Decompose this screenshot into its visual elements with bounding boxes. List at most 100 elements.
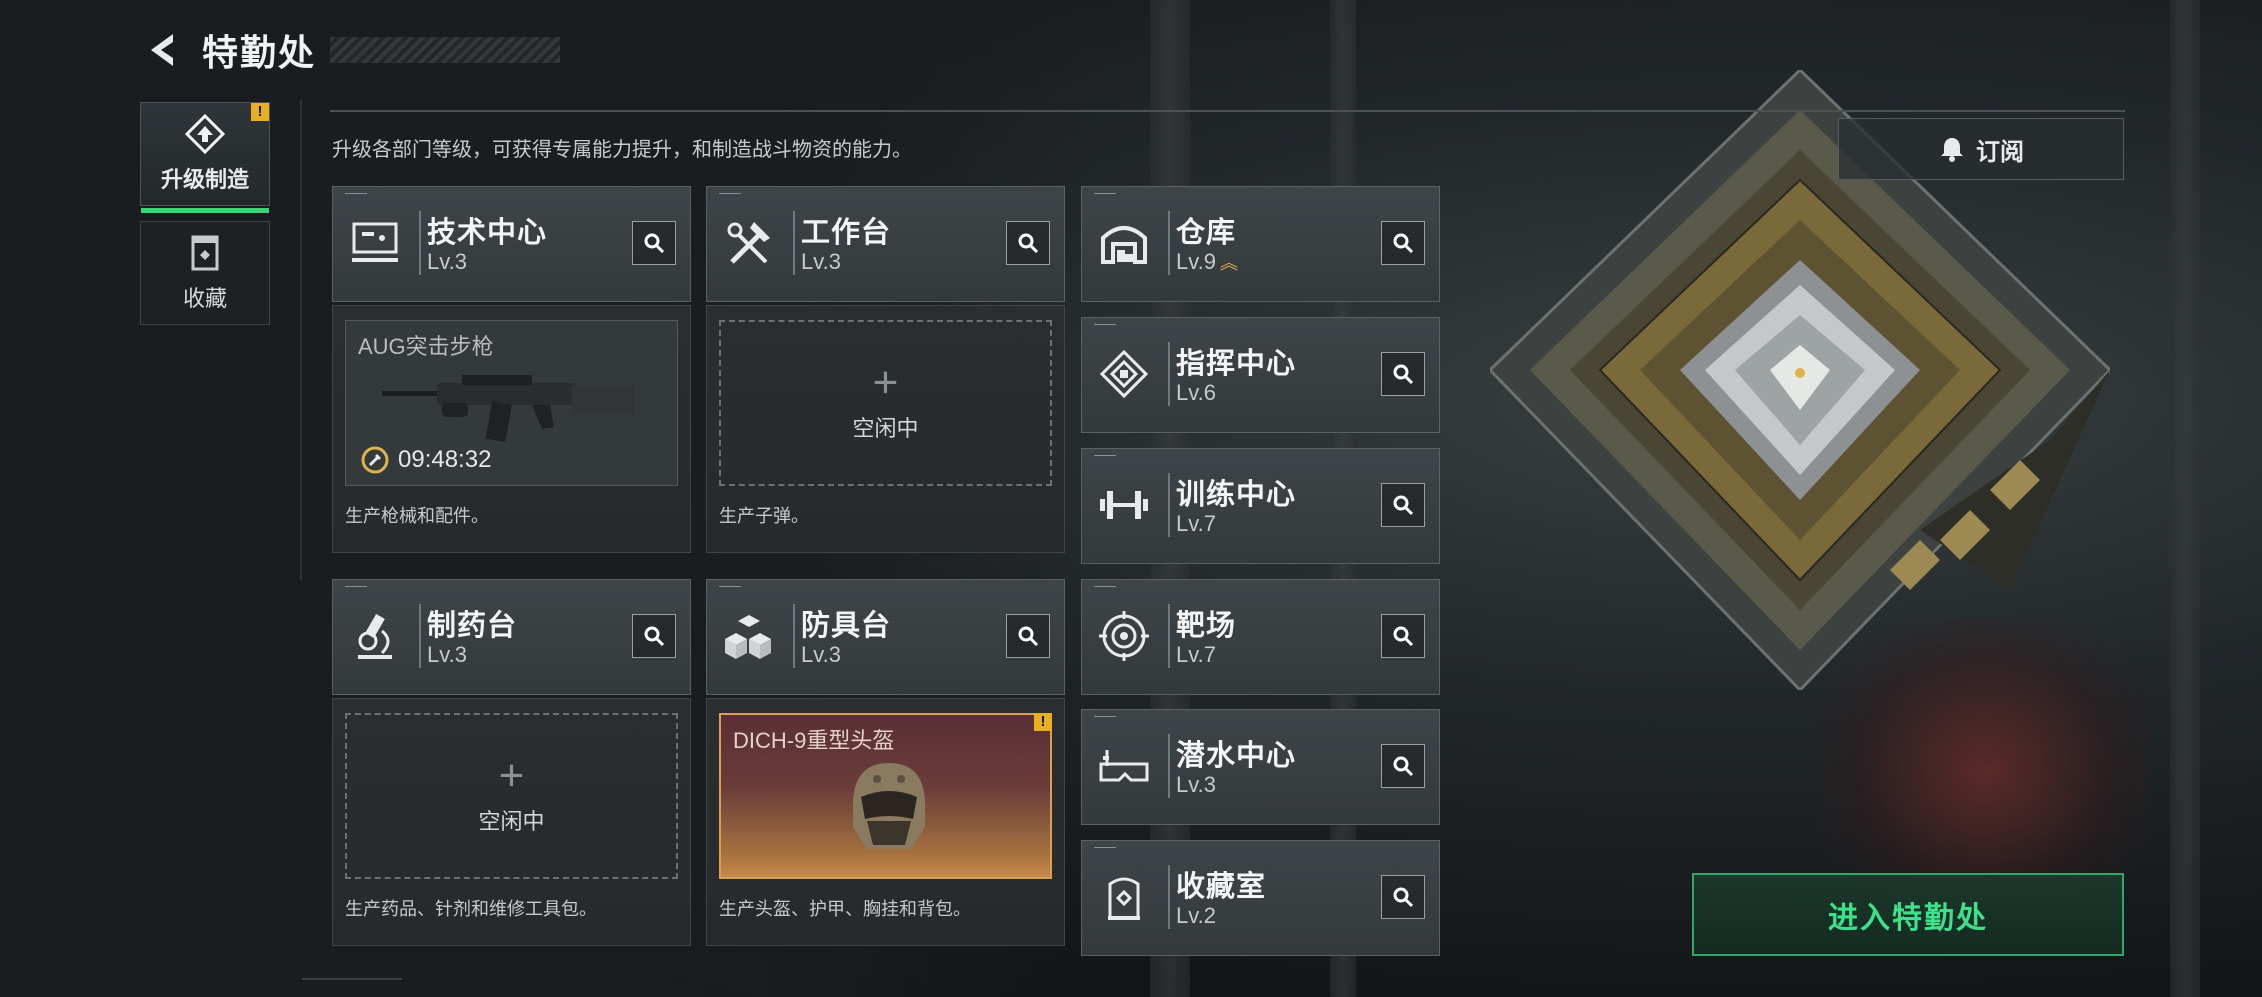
facility-card-diving-center[interactable]: 潜水中心 Lv.3 (1081, 709, 1440, 825)
search-icon[interactable] (1381, 614, 1425, 658)
card-separator (1168, 604, 1170, 668)
display-case-icon (1092, 865, 1156, 929)
card-decoration (719, 586, 741, 591)
helmet-image (853, 763, 925, 849)
page-title: 特勤处 (202, 32, 317, 73)
search-icon[interactable] (1381, 221, 1425, 265)
card-separator (1168, 211, 1170, 275)
facility-level: Lv.7 (1176, 642, 1216, 667)
facility-card-training-center[interactable]: 训练中心 Lv.7 (1081, 448, 1440, 564)
card-decoration (1094, 324, 1116, 329)
enter-special-ops-button[interactable]: 进入特勤处 (1692, 873, 2124, 956)
upgrade-icon (184, 114, 226, 154)
card-separator (793, 211, 795, 275)
facility-card-shooting-range[interactable]: 靶场 Lv.7 (1081, 579, 1440, 695)
production-description: 生产子弹。 (719, 506, 809, 526)
card-decoration (1094, 847, 1116, 852)
microscope-icon (343, 604, 407, 668)
facility-level-row: Lv.9 ︽ (1176, 249, 1238, 275)
facility-level: Lv.3 (1176, 772, 1216, 797)
facility-name: 制药台 (427, 610, 518, 642)
production-slot[interactable]: ! DICH-9重型头盔 (719, 713, 1052, 879)
production-panel-pharmacy: + 空闲中 生产药品、针剂和维修工具包。 (332, 698, 691, 946)
facility-card-command-center[interactable]: 指挥中心 Lv.6 (1081, 317, 1440, 433)
search-icon[interactable] (632, 614, 676, 658)
computer-icon (343, 211, 407, 275)
facility-level: Lv.3 (427, 642, 467, 667)
card-separator (1168, 734, 1170, 798)
plus-icon: + (498, 751, 525, 800)
search-icon[interactable] (1381, 352, 1425, 396)
facility-level: Lv.3 (427, 249, 467, 274)
facility-level: Lv.6 (1176, 380, 1216, 405)
tools-icon (717, 211, 781, 275)
dumbbell-icon (1092, 473, 1156, 537)
warning-badge: ! (1034, 713, 1052, 731)
warning-badge: ! (251, 103, 269, 121)
card-decoration (719, 193, 741, 198)
active-indicator (141, 208, 269, 213)
facility-level: Lv.3 (801, 249, 841, 274)
production-description: 生产枪械和配件。 (345, 506, 489, 526)
search-icon[interactable] (1381, 875, 1425, 919)
background-pillar (2170, 0, 2200, 997)
facility-card-warehouse[interactable]: 仓库 Lv.9 ︽ (1081, 186, 1440, 302)
tab-label: 收藏 (182, 286, 227, 311)
production-timer: 09:48:32 (360, 445, 491, 475)
production-slot-empty[interactable]: + 空闲中 (345, 713, 678, 879)
search-icon[interactable] (632, 221, 676, 265)
armor-blocks-icon (717, 604, 781, 668)
card-decoration (1094, 193, 1116, 198)
production-description: 生产头盔、护甲、胸挂和背包。 (719, 899, 971, 919)
command-icon (1092, 342, 1156, 406)
subscribe-button[interactable]: 订阅 (1838, 118, 2124, 180)
card-separator (1168, 342, 1170, 406)
facility-name: 训练中心 (1176, 479, 1297, 511)
item-name: AUG突击步枪 (358, 334, 494, 359)
rifle-image (382, 375, 634, 443)
card-decoration (345, 586, 367, 591)
production-description: 生产药品、针剂和维修工具包。 (345, 899, 597, 919)
search-icon[interactable] (1381, 483, 1425, 527)
search-icon[interactable] (1006, 221, 1050, 265)
facility-card-tech-center[interactable]: 技术中心 Lv.3 (332, 186, 691, 302)
card-decoration (1094, 455, 1116, 460)
idle-status: 空闲中 (852, 416, 919, 441)
tab-collection[interactable]: 收藏 (140, 221, 270, 325)
card-decoration (345, 193, 367, 198)
facility-name: 潜水中心 (1176, 740, 1297, 772)
facility-name: 收藏室 (1176, 871, 1267, 903)
footer-decoration (302, 978, 402, 994)
collection-icon (191, 235, 219, 271)
card-separator (793, 604, 795, 668)
search-icon[interactable] (1006, 614, 1050, 658)
production-panel-workbench: + 空闲中 生产子弹。 (706, 305, 1065, 553)
diving-mask-icon (1092, 734, 1156, 798)
target-icon (1092, 604, 1156, 668)
back-icon[interactable] (140, 27, 186, 73)
facility-level: Lv.2 (1176, 903, 1216, 928)
upgrade-arrow-icon: ︽ (1219, 253, 1238, 273)
timer-icon (361, 446, 389, 474)
facility-name: 指挥中心 (1176, 348, 1297, 380)
card-separator (419, 211, 421, 275)
production-panel-armor-bench: ! DICH-9重型头盔 生产头盔、护甲、胸挂和背包。 (706, 698, 1065, 946)
facility-name: 仓库 (1176, 217, 1237, 249)
facility-card-collection-room[interactable]: 收藏室 Lv.2 (1081, 840, 1440, 956)
divider (300, 100, 302, 580)
tab-upgrade-craft[interactable]: ! 升级制造 (140, 102, 270, 213)
production-slot[interactable]: AUG突击步枪 09:48:32 (345, 320, 678, 486)
production-slot-empty[interactable]: + 空闲中 (719, 320, 1052, 486)
divider (330, 110, 2125, 112)
page-description: 升级各部门等级，可获得专属能力提升，和制造战斗物资的能力。 (332, 139, 912, 161)
facility-card-pharmacy[interactable]: 制药台 Lv.3 (332, 579, 691, 695)
title-decoration (330, 37, 561, 63)
header: 特勤处 (140, 22, 561, 78)
card-decoration (1094, 716, 1116, 721)
facility-card-workbench[interactable]: 工作台 Lv.3 (706, 186, 1065, 302)
facility-level: Lv.3 (801, 642, 841, 667)
subscribe-label: 订阅 (1976, 138, 2024, 166)
facility-card-armor-bench[interactable]: 防具台 Lv.3 (706, 579, 1065, 695)
warehouse-icon (1092, 211, 1156, 275)
search-icon[interactable] (1381, 744, 1425, 788)
